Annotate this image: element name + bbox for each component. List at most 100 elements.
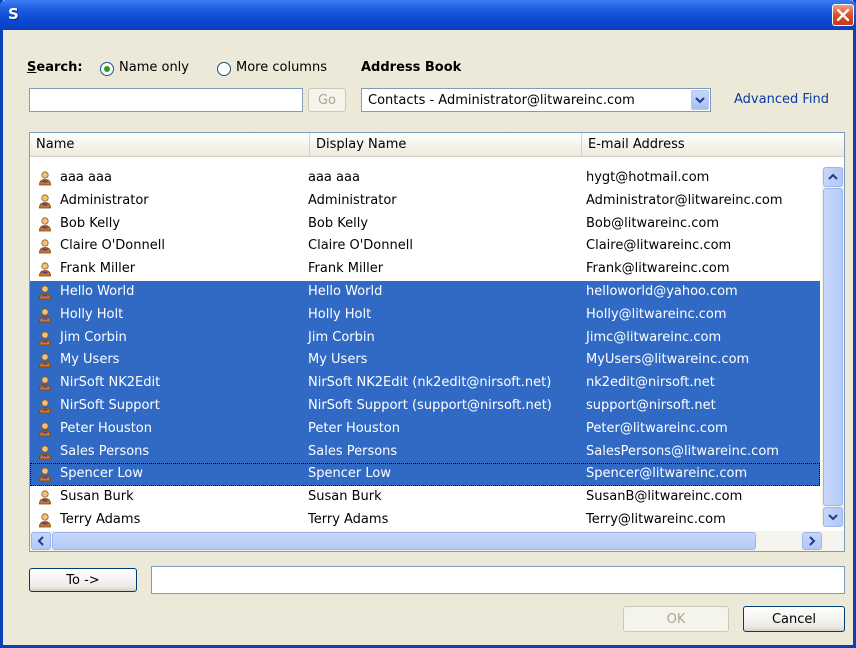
to-field[interactable] <box>151 566 845 594</box>
contact-person-icon <box>38 422 52 437</box>
cancel-button[interactable]: Cancel <box>743 606 845 632</box>
contact-name: NirSoft Support <box>60 397 160 413</box>
contacts-list[interactable]: Name Display Name E-mail Address aaa aaa… <box>29 132 845 552</box>
contact-person-icon <box>38 513 52 528</box>
contact-name: Sales Persons <box>60 443 150 459</box>
vertical-scrollbar[interactable] <box>822 167 844 527</box>
contact-person-icon <box>38 330 52 346</box>
contact-name: Administrator <box>60 192 149 208</box>
scroll-up-button[interactable] <box>823 167 843 187</box>
advanced-find-link[interactable]: Advanced Find <box>734 92 829 107</box>
table-row[interactable]: Bob Kelly Bob Kelly Bob@litwareinc.com <box>30 213 820 236</box>
contact-person-icon <box>38 376 52 391</box>
contact-rows: aaa aaa aaa aaa hygt@hotmail.com Administra… <box>30 167 820 532</box>
horizontal-scrollbar[interactable] <box>30 531 844 551</box>
chevron-right-icon <box>809 536 816 546</box>
contact-person-icon <box>38 216 52 232</box>
horizontal-scroll-thumb[interactable] <box>52 532 756 550</box>
contact-email: hygt@hotmail.com <box>586 170 710 185</box>
vertical-scroll-thumb[interactable] <box>823 188 843 506</box>
contact-display-name: Administrator <box>308 192 397 208</box>
address-book-select[interactable]: Contacts - Administrator@litwareinc.com <box>361 88 711 112</box>
column-header-display-name[interactable]: Display Name <box>310 133 582 157</box>
contact-display-name: NirSoft NK2Edit (nk2edit@nirsoft.net) <box>308 375 552 391</box>
contact-email: Holly@litwareinc.com <box>586 306 727 322</box>
contact-person-icon <box>38 308 52 323</box>
title-bar[interactable]: S <box>0 0 856 30</box>
contact-name: Terry Adams <box>60 511 141 527</box>
table-row[interactable]: NirSoft Support NirSoft Support (support@… <box>30 394 820 418</box>
contact-name: Hello World <box>60 283 135 299</box>
contact-display-name: Terry Adams <box>308 511 389 527</box>
column-header-email[interactable]: E-mail Address <box>582 133 844 157</box>
close-button[interactable] <box>832 4 854 26</box>
table-row[interactable]: Claire O'Donnell Claire O'Donnell Claire@l… <box>30 235 820 258</box>
name-only-radio[interactable] <box>100 62 114 76</box>
contact-person-icon <box>38 353 52 368</box>
contact-display-name: aaa aaa <box>308 170 360 185</box>
contact-name: Holly Holt <box>60 306 124 322</box>
contact-email: Administrator@litwareinc.com <box>586 192 783 208</box>
contact-display-name: Jim Corbin <box>308 329 375 345</box>
contact-email: MyUsers@litwareinc.com <box>586 352 750 368</box>
contact-display-name: NirSoft Support (support@nirsoft.net) <box>308 397 552 413</box>
contact-name: NirSoft NK2Edit <box>60 375 161 391</box>
contact-display-name: Susan Burk <box>308 489 382 505</box>
table-row[interactable]: NirSoft NK2Edit NirSoft NK2Edit (nk2edit@… <box>30 372 820 395</box>
scroll-right-button[interactable] <box>802 532 822 550</box>
table-row[interactable]: Frank Miller Frank Miller Frank@litwareinc… <box>30 258 820 281</box>
contact-name: Claire O'Donnell <box>60 238 165 254</box>
contact-name: Bob Kelly <box>60 215 121 231</box>
contact-person-icon <box>38 285 52 300</box>
contact-email: SalesPersons@litwareinc.com <box>586 443 779 459</box>
chevron-left-icon <box>37 536 44 546</box>
chevron-down-icon <box>828 514 838 521</box>
search-input[interactable] <box>29 88 303 112</box>
table-row[interactable]: aaa aaa aaa aaa hygt@hotmail.com <box>30 167 820 190</box>
contact-email: Bob@litwareinc.com <box>586 215 719 231</box>
column-header-name[interactable]: Name <box>30 133 310 157</box>
dropdown-button[interactable] <box>691 90 709 110</box>
contact-name: Spencer Low <box>60 466 143 482</box>
table-row[interactable]: Susan Burk Susan Burk SusanB@litwareinc.co… <box>30 486 820 509</box>
chevron-down-icon <box>695 97 705 104</box>
scroll-left-button[interactable] <box>31 532 51 550</box>
contact-person-icon <box>38 194 52 209</box>
contact-display-name: Holly Holt <box>308 306 372 322</box>
table-row[interactable]: Administrator Administrator Administrator@… <box>30 190 820 213</box>
address-book-label: Address Book <box>361 60 462 75</box>
close-icon <box>837 9 849 21</box>
window-title: S <box>8 5 19 23</box>
table-row[interactable]: Spencer Low Spencer Low Spencer@litwareinc… <box>30 463 820 487</box>
contact-email: Claire@litwareinc.com <box>586 238 732 254</box>
contact-display-name: Frank Miller <box>308 261 384 277</box>
contact-name: Peter Houston <box>60 420 152 436</box>
name-only-label[interactable]: Name only <box>119 60 189 75</box>
contact-person-icon <box>38 262 52 277</box>
scroll-down-button[interactable] <box>823 507 843 527</box>
table-row[interactable]: Jim Corbin Jim Corbin Jimc@litwareinc.com <box>30 326 820 350</box>
table-row[interactable]: Peter Houston Peter Houston Peter@litwarei… <box>30 417 820 441</box>
table-row[interactable]: Holly Holt Holly Holt Holly@litwareinc.com <box>30 303 820 327</box>
to-button[interactable]: To -> <box>29 568 137 592</box>
contact-person-icon <box>38 490 52 505</box>
contact-email: helloworld@yahoo.com <box>586 283 738 299</box>
list-header: Name Display Name E-mail Address <box>30 133 844 157</box>
ok-button[interactable]: OK <box>623 606 729 632</box>
search-label: Search: <box>27 60 83 75</box>
contact-email: Frank@litwareinc.com <box>586 261 730 277</box>
more-columns-label[interactable]: More columns <box>236 60 327 75</box>
more-columns-radio[interactable] <box>217 62 231 76</box>
go-button[interactable]: Go <box>308 88 346 112</box>
contact-display-name: Claire O'Donnell <box>308 238 413 254</box>
table-row[interactable]: Hello World Hello World helloworld@yahoo.c… <box>30 280 820 304</box>
contact-name: Frank Miller <box>60 261 136 277</box>
contact-email: Terry@litwareinc.com <box>586 511 726 527</box>
table-row[interactable]: My Users My Users MyUsers@litwareinc.com <box>30 349 820 373</box>
address-book-dialog: S Search: Name only More columns Address… <box>0 0 856 648</box>
table-row[interactable]: Sales Persons Sales Persons SalesPersons@l… <box>30 440 820 464</box>
table-row[interactable]: Terry Adams Terry Adams Terry@litwareinc.c… <box>30 509 820 532</box>
chevron-up-icon <box>828 173 838 180</box>
contact-display-name: Peter Houston <box>308 420 400 436</box>
contact-person-icon <box>38 444 52 460</box>
